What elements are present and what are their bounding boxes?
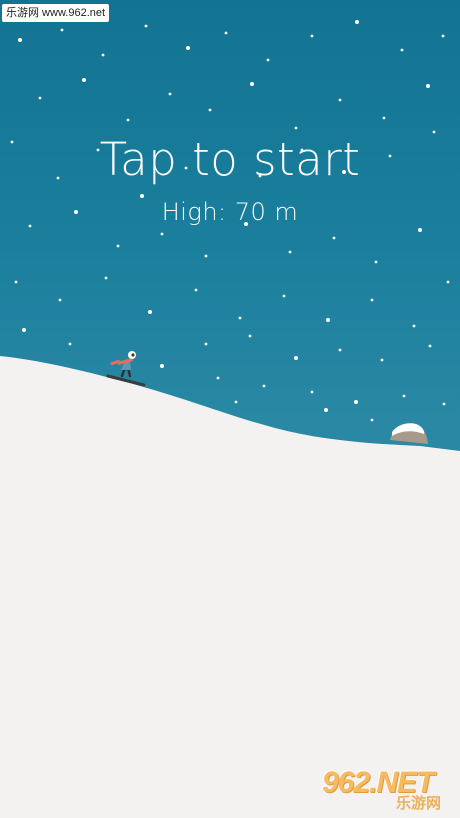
snowflake-icon <box>380 358 384 362</box>
snowflake-icon <box>324 408 328 412</box>
snowflake-icon <box>144 24 148 28</box>
snowflake-icon <box>204 342 208 346</box>
snowflake-icon <box>294 126 298 130</box>
snowflake-icon <box>101 53 105 57</box>
snowflake-icon <box>116 244 120 248</box>
snowflake-icon <box>288 250 292 254</box>
snowflake-icon <box>22 328 26 332</box>
snowflake-icon <box>355 20 359 24</box>
snowflake-icon <box>238 316 242 320</box>
snowflake-icon <box>402 394 406 398</box>
snowflake-icon <box>60 28 64 32</box>
tap-to-start-label[interactable]: Tap to start <box>0 132 460 188</box>
snowflake-icon <box>248 334 252 338</box>
snowflake-icon <box>282 294 286 298</box>
snowflake-icon <box>18 38 22 42</box>
snowflake-icon <box>208 108 212 112</box>
snowflake-icon <box>441 34 445 38</box>
snowflake-icon <box>194 288 198 292</box>
snowflake-icon <box>82 78 86 82</box>
snowflake-icon <box>428 344 432 348</box>
snowflake-icon <box>310 34 314 38</box>
snowflake-icon <box>354 400 358 404</box>
snowflake-icon <box>14 280 18 284</box>
snowflake-icon <box>148 310 152 314</box>
snowflake-icon <box>426 84 430 88</box>
site-watermark-top: 乐游网 www.962.net <box>2 4 110 22</box>
snowflake-icon <box>126 118 130 122</box>
snowflake-icon <box>374 260 378 264</box>
snowflake-icon <box>294 356 298 360</box>
watermark-logo-subtext: 乐游网 <box>396 795 442 812</box>
snowflake-icon <box>446 280 450 284</box>
snowflake-icon <box>262 384 266 388</box>
snowflake-icon <box>418 228 422 232</box>
snowflake-icon <box>400 48 404 52</box>
snowflake-icon <box>104 276 108 280</box>
snowflake-icon <box>332 236 336 240</box>
snowflake-icon <box>382 116 386 120</box>
snowflake-icon <box>310 390 314 394</box>
snowflake-icon <box>168 92 172 96</box>
high-score-label: High: 70 m <box>161 198 299 226</box>
snowflake-icon <box>204 254 208 258</box>
snowflake-icon <box>160 232 164 236</box>
rock-icon <box>390 423 428 444</box>
snowflake-icon <box>38 96 42 100</box>
game-scene <box>0 20 460 818</box>
game-screen[interactable]: Tap to start High: 70 m 乐游网 www.962.net … <box>0 0 460 818</box>
snowflake-icon <box>370 298 374 302</box>
snowflake-icon <box>216 376 220 380</box>
snowflake-icon <box>338 98 342 102</box>
snowflake-icon <box>68 342 72 346</box>
snowflake-icon <box>412 324 416 328</box>
snowflake-icon <box>160 364 164 368</box>
snowflake-icon <box>338 348 342 352</box>
snowflake-icon <box>266 58 270 62</box>
snowflake-icon <box>326 318 330 322</box>
snowflake-icon <box>58 298 62 302</box>
snowflake-icon <box>186 46 190 50</box>
snowflake-icon <box>442 402 446 406</box>
snow-slope <box>0 356 460 818</box>
snowflake-icon <box>370 418 374 422</box>
snowflake-icon <box>250 82 254 86</box>
site-watermark-logo: 962.NET 乐游网 <box>322 766 454 812</box>
snowflake-icon <box>234 400 238 404</box>
snowflake-icon <box>224 31 228 35</box>
